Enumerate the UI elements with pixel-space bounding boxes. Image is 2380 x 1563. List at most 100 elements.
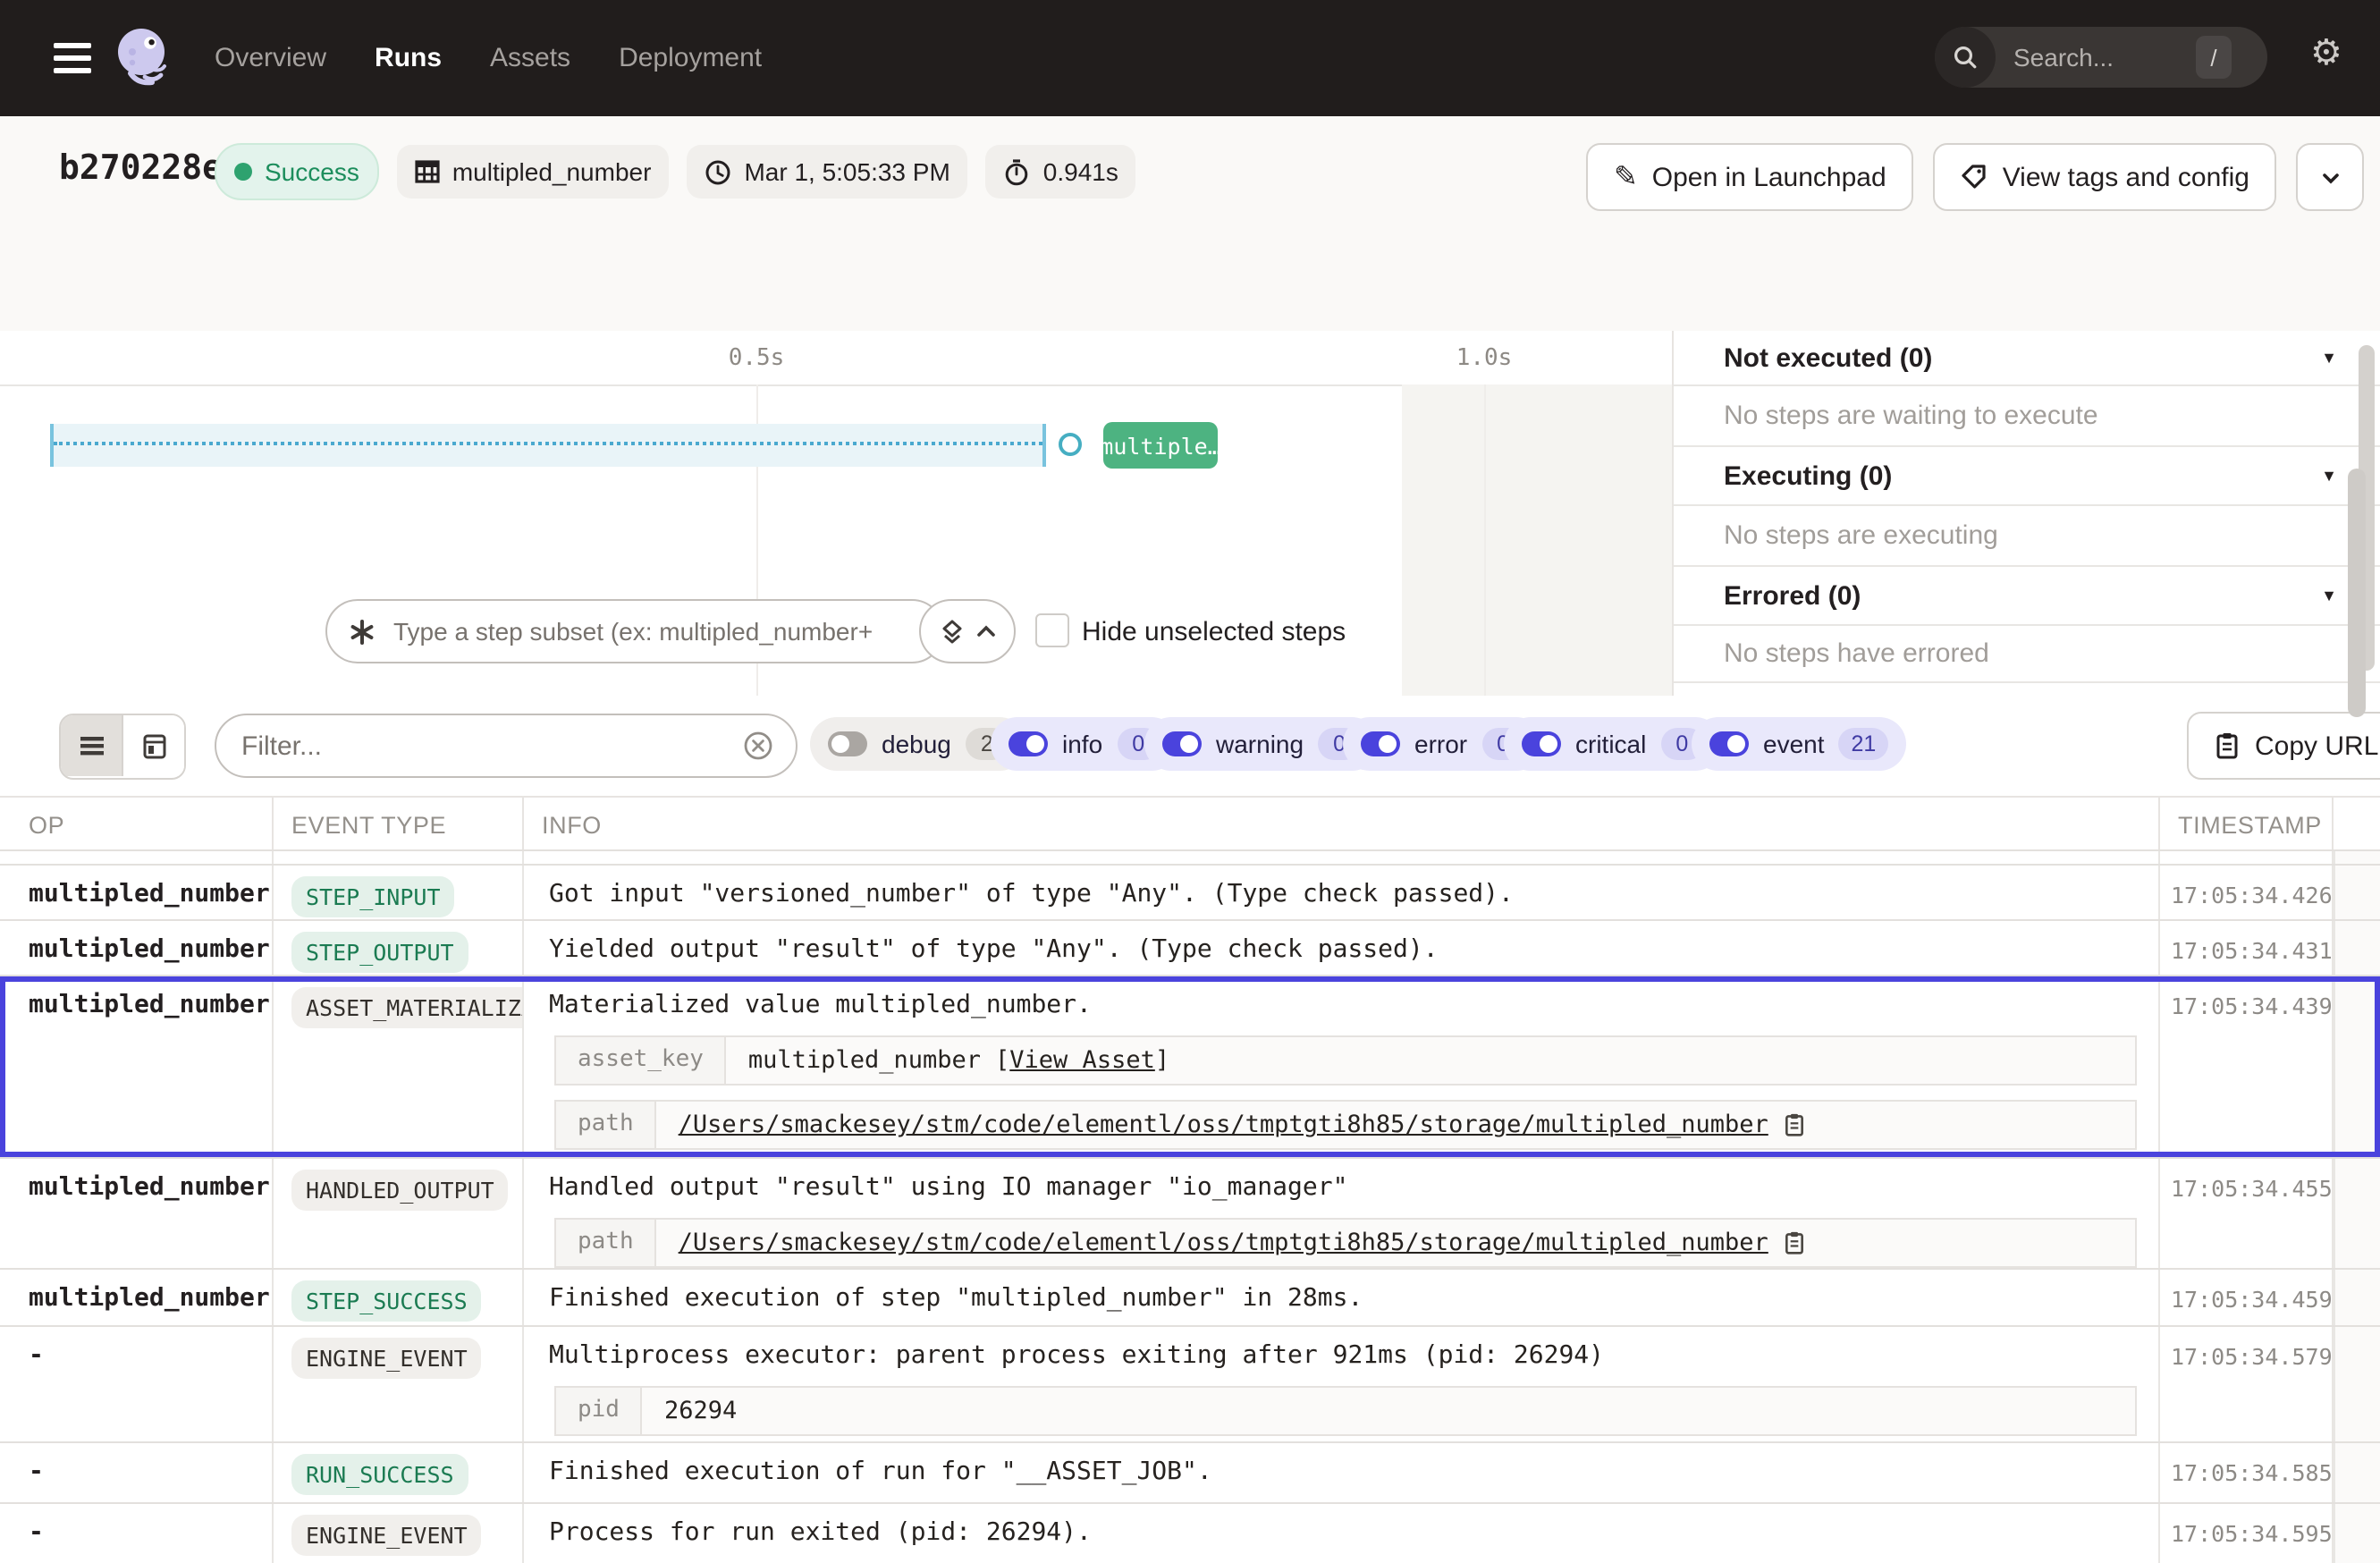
log-row[interactable]: multipled_number STEP_OUTPUT Yielded out…	[0, 921, 2380, 976]
log-filter-input-wrap	[215, 714, 798, 778]
toggle-switch-icon	[828, 731, 867, 756]
log-row[interactable]: multipled_number STEP_SUCCESS Finished e…	[0, 1270, 2380, 1327]
hamburger-menu-icon[interactable]	[54, 43, 91, 80]
toggle-switch-icon	[1522, 731, 1561, 756]
section-empty-row: No steps are executing	[1674, 506, 2380, 567]
unstructured-log-button[interactable]	[61, 715, 123, 776]
event-type-badge: RUN_SUCCESS	[291, 1454, 468, 1495]
gantt-toolbar: Hide not started steps Re-execute (multi…	[0, 225, 2380, 333]
event-type-badge: HANDLED_OUTPUT	[291, 1170, 509, 1211]
step-subset-input[interactable]	[390, 615, 921, 647]
search-input[interactable]	[2010, 41, 2196, 73]
log-row[interactable]: - ENGINE_EVENT Multiprocess executor: pa…	[0, 1327, 2380, 1443]
log-row[interactable]: multipled_number HANDLED_OUTPUT Handled …	[0, 1159, 2380, 1270]
open-in-launchpad-button[interactable]: ✎ Open in Launchpad	[1587, 143, 1913, 211]
graph-query-toggle-button[interactable]	[919, 599, 1016, 663]
copy-url-button[interactable]: Copy URL	[2187, 712, 2380, 780]
section-empty-row: No steps have errored	[1674, 626, 2380, 683]
log-view-mode-segmented	[59, 714, 186, 780]
run-header: b270228e Success multipled_number Mar 1,…	[0, 116, 2380, 227]
status-dot-icon	[234, 163, 252, 181]
layers-icon	[939, 618, 966, 645]
section-not-executed[interactable]: Not executed (0)▼	[1674, 331, 2380, 386]
step-subset-input-wrap	[325, 599, 944, 663]
timeline-tick: 0.5s	[729, 345, 785, 372]
section-executing[interactable]: Executing (0)▼	[1674, 447, 2380, 506]
step-start-marker-icon	[1059, 433, 1082, 456]
view-tags-config-button[interactable]: View tags and config	[1933, 143, 2276, 211]
timestamp: 17:05:34.426	[2160, 866, 2334, 919]
gridline	[1484, 384, 1486, 696]
col-header-timestamp: TIMESTAMP	[2160, 798, 2334, 849]
header-more-button[interactable]	[2296, 143, 2364, 211]
duration-tag: 0.941s	[986, 145, 1136, 199]
hide-unselected-checkbox[interactable]	[1035, 613, 1069, 647]
global-search[interactable]: /	[1935, 27, 2267, 88]
clock-icon	[705, 158, 731, 185]
copy-path-icon[interactable]	[1783, 1230, 1806, 1255]
gantt-timeline-header: 0.5s 1.0s	[0, 331, 1672, 386]
structured-log-button[interactable]	[123, 715, 184, 776]
copy-path-icon[interactable]	[1783, 1112, 1806, 1137]
chevron-down-icon	[2318, 165, 2342, 189]
section-empty-row: No steps are waiting to execute	[1674, 386, 2380, 447]
caret-down-icon: ▼	[2321, 467, 2337, 485]
op-selector-icon	[349, 618, 376, 645]
log-row[interactable]: - ENGINE_EVENT Process for run exited (p…	[0, 1504, 2380, 1563]
toggle-switch-icon	[1162, 731, 1202, 756]
nav-item-overview[interactable]: Overview	[215, 43, 326, 73]
nav-item-assets[interactable]: Assets	[490, 43, 570, 73]
log-row-selected[interactable]: multipled_number ASSET_MATERIALIZAT… Mat…	[0, 976, 2380, 1159]
stopwatch-icon	[1004, 158, 1031, 185]
nav-item-deployment[interactable]: Deployment	[619, 43, 762, 73]
run-id: b270228e	[59, 148, 223, 188]
list-icon	[78, 733, 105, 758]
log-row[interactable]: multipled_number STEP_INPUT Got input "v…	[0, 866, 2380, 921]
metadata-row-path: path /Users/smackesey/stm/code/elementl/…	[554, 1100, 2137, 1150]
timestamp: 17:05:34.579	[2160, 1327, 2334, 1441]
log-scrollbar-thumb[interactable]	[2348, 469, 2366, 717]
event-type-badge: ENGINE_EVENT	[291, 1515, 482, 1556]
log-table: OP EVENT TYPE INFO TIMESTAMP multipled_n…	[0, 796, 2380, 1563]
event-type-badge: ENGINE_EVENT	[291, 1338, 482, 1379]
step-status-panel: Not executed (0)▼ No steps are waiting t…	[1672, 331, 2380, 697]
gantt-step-box[interactable]: multiple…	[1103, 422, 1218, 469]
caret-down-icon: ▼	[2321, 587, 2337, 604]
log-filter-row: debug 2 info 0 warning 0 error 0 critica…	[0, 696, 2380, 796]
status-badge: Success	[215, 143, 379, 200]
hide-unselected-label: Hide unselected steps	[1082, 617, 1346, 647]
search-icon	[1935, 27, 1996, 88]
clipboard-icon	[2214, 731, 2241, 760]
toggle-event[interactable]: event 21	[1692, 717, 1906, 771]
log-row[interactable]: - RUN_SUCCESS Finished execution of run …	[0, 1443, 2380, 1504]
metadata-row-asset-key: asset_key multipled_number [View Asset]	[554, 1035, 2137, 1086]
log-row-partial[interactable]	[0, 851, 2380, 866]
caret-down-icon: ▼	[2321, 349, 2337, 367]
tag-icon	[1960, 163, 1988, 191]
toggle-critical[interactable]: critical 0	[1504, 717, 1721, 771]
gantt-out-of-range-zone	[1402, 384, 1672, 696]
event-type-badge: ASSET_MATERIALIZAT…	[291, 987, 524, 1028]
nav-links: Overview Runs Assets Deployment	[215, 0, 762, 116]
top-nav: Overview Runs Assets Deployment / ⚙	[0, 0, 2380, 116]
start-time-tag: Mar 1, 5:05:33 PM	[687, 145, 967, 199]
nav-item-runs[interactable]: Runs	[375, 43, 442, 73]
gear-icon[interactable]: ⚙	[2310, 36, 2342, 72]
job-tag[interactable]: multipled_number	[397, 145, 670, 199]
grid-icon	[415, 159, 440, 184]
count-badge: 21	[1839, 728, 1889, 760]
event-type-badge: STEP_SUCCESS	[291, 1280, 482, 1322]
view-asset-link[interactable]: View Asset	[1009, 1046, 1155, 1075]
log-filter-input[interactable]	[238, 729, 742, 763]
timestamp: 17:05:34.459	[2160, 1270, 2334, 1325]
path-link[interactable]: /Users/smackesey/stm/code/elementl/oss/t…	[679, 1111, 1768, 1139]
timestamp: 17:05:34.585	[2160, 1443, 2334, 1502]
metadata-row-path: path /Users/smackesey/stm/code/elementl/…	[554, 1218, 2137, 1268]
dagster-logo[interactable]	[107, 21, 179, 93]
section-errored[interactable]: Errored (0)▼	[1674, 567, 2380, 626]
path-link[interactable]: /Users/smackesey/stm/code/elementl/oss/t…	[679, 1229, 1768, 1257]
clear-filter-icon[interactable]	[742, 730, 774, 762]
pencil-icon: ✎	[1614, 159, 1638, 195]
search-shortcut-badge: /	[2196, 36, 2232, 79]
timestamp: 17:05:34.431	[2160, 921, 2334, 975]
